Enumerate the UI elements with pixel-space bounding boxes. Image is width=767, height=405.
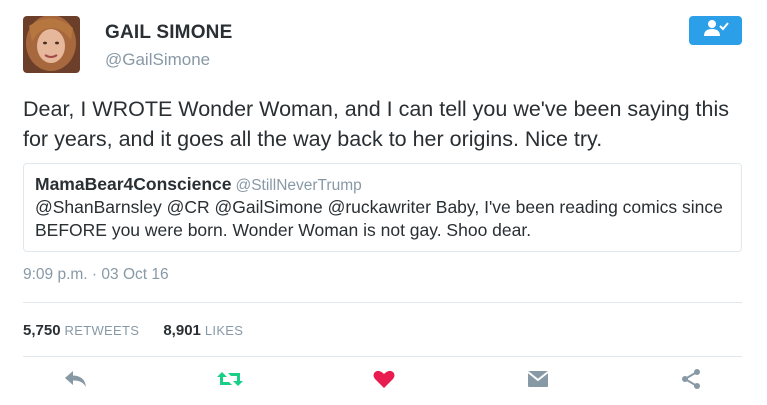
engagement-stats: 5,750 RETWEETS 8,901 LIKES bbox=[23, 322, 243, 339]
direct-message-icon bbox=[526, 369, 550, 394]
tweet-text: Dear, I WROTE Wonder Woman, and I can te… bbox=[23, 97, 729, 151]
likes-label: LIKES bbox=[204, 323, 244, 338]
heart-icon bbox=[372, 368, 396, 395]
action-bar bbox=[0, 364, 767, 398]
user-handle[interactable]: @GailSimone bbox=[105, 50, 210, 70]
reply-button[interactable] bbox=[60, 366, 92, 396]
share-icon bbox=[680, 368, 702, 395]
quoted-tweet[interactable]: MamaBear4Conscience @StillNeverTrump @Sha… bbox=[23, 163, 742, 252]
follow-button[interactable] bbox=[689, 16, 742, 45]
retweets-label: RETWEETS bbox=[64, 323, 140, 338]
follow-person-check-icon bbox=[703, 19, 729, 42]
like-button[interactable] bbox=[368, 366, 400, 396]
retweets-stat[interactable]: 5,750 RETWEETS bbox=[23, 322, 139, 339]
retweet-icon bbox=[215, 368, 245, 395]
likes-stat[interactable]: 8,901 LIKES bbox=[163, 322, 243, 339]
avatar[interactable] bbox=[23, 16, 80, 73]
reply-icon bbox=[63, 368, 89, 395]
retweet-button[interactable] bbox=[214, 366, 246, 396]
quoted-tweet-text: @ShanBarnsley @CR @GailSimone @ruckawrit… bbox=[35, 197, 723, 240]
share-button[interactable] bbox=[675, 366, 707, 396]
divider bbox=[23, 356, 742, 357]
timestamp[interactable]: 9:09 p.m. · 03 Oct 16 bbox=[23, 266, 169, 284]
direct-message-button[interactable] bbox=[522, 366, 554, 396]
quoted-display-name[interactable]: MamaBear4Conscience bbox=[35, 174, 231, 194]
display-name[interactable]: GAIL SIMONE bbox=[105, 22, 232, 44]
divider bbox=[23, 302, 742, 303]
retweets-count: 5,750 bbox=[23, 322, 61, 339]
likes-count: 8,901 bbox=[163, 322, 201, 339]
quoted-handle[interactable]: @StillNeverTrump bbox=[235, 177, 361, 194]
